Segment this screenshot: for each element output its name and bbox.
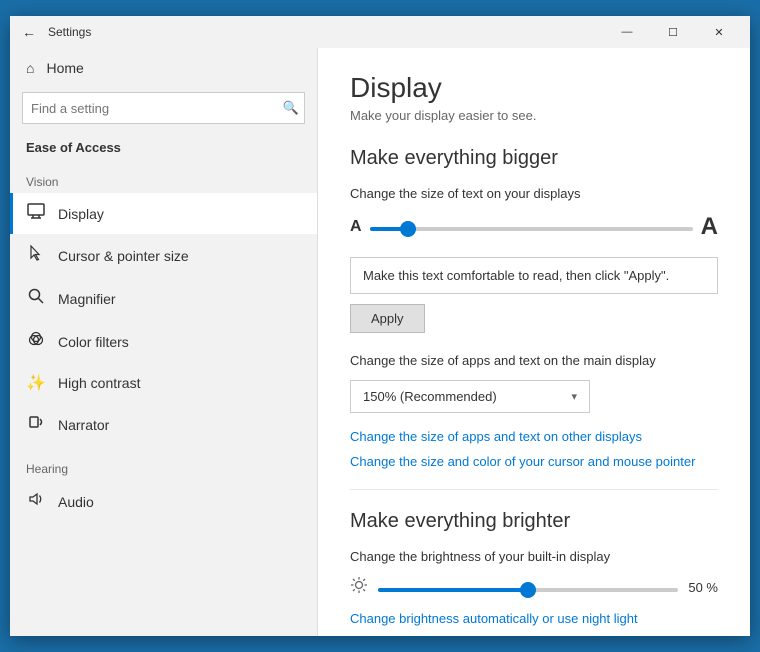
section1-title: Make everything bigger <box>350 147 718 170</box>
sidebar-item-cursor[interactable]: Cursor & pointer size <box>10 234 317 277</box>
brightness-slider[interactable] <box>378 588 678 592</box>
sidebar-item-color-filters[interactable]: Color filters <box>10 320 317 363</box>
content-area: ⌂ Home 🔍 Ease of Access Vision <box>10 48 750 636</box>
display-label: Display <box>58 206 104 222</box>
settings-window: ← Settings — ☐ ✕ ⌂ Home 🔍 Ease of Access <box>10 16 750 636</box>
section2-title: Make everything brighter <box>350 510 718 533</box>
chevron-down-icon: ▾ <box>571 390 577 403</box>
apply-button[interactable]: Apply <box>350 304 425 333</box>
section-divider <box>350 489 718 490</box>
link-brightness-auto[interactable]: Change brightness automatically or use n… <box>350 611 718 626</box>
link-cursor-color[interactable]: Change the size and color of your cursor… <box>350 454 718 469</box>
hearing-section-title: Hearing <box>10 454 317 480</box>
text-size-label: Change the size of text on your displays <box>350 186 718 201</box>
home-label: Home <box>46 60 83 76</box>
sidebar-item-home[interactable]: ⌂ Home <box>10 48 317 88</box>
brightness-track <box>378 579 678 597</box>
audio-label: Audio <box>58 494 94 510</box>
close-button[interactable]: ✕ <box>696 16 742 48</box>
high-contrast-label: High contrast <box>58 375 140 391</box>
home-icon: ⌂ <box>26 60 34 76</box>
titlebar-controls: — ☐ ✕ <box>604 16 742 48</box>
text-preview-box: Make this text comfortable to read, then… <box>350 257 718 294</box>
display-icon <box>26 203 46 224</box>
sidebar-item-audio[interactable]: Audio <box>10 480 317 523</box>
magnifier-label: Magnifier <box>58 291 116 307</box>
titlebar-title: Settings <box>48 25 91 39</box>
back-button[interactable]: ← <box>18 24 40 40</box>
text-size-slider-track <box>370 218 693 236</box>
sidebar: ⌂ Home 🔍 Ease of Access Vision <box>10 48 318 636</box>
sidebar-item-magnifier[interactable]: Magnifier <box>10 277 317 320</box>
text-preview-content: Make this text comfortable to read, then… <box>363 268 669 283</box>
cursor-icon <box>26 244 46 267</box>
cursor-label: Cursor & pointer size <box>58 248 189 264</box>
brightness-slider-row: 50 % <box>350 576 718 599</box>
apps-size-label: Change the size of apps and text on the … <box>350 353 718 368</box>
narrator-icon <box>26 413 46 436</box>
minimize-button[interactable]: — <box>604 16 650 48</box>
dropdown-value: 150% (Recommended) <box>363 389 497 404</box>
search-box: 🔍 <box>22 92 305 124</box>
slider-label-large: A <box>701 213 718 241</box>
slider-label-small: A <box>350 218 362 236</box>
main-content: Display Make your display easier to see.… <box>318 48 750 636</box>
hearing-section: Hearing Audio <box>10 454 317 523</box>
text-size-slider-row: A A <box>350 213 718 241</box>
sidebar-item-display[interactable]: Display <box>10 193 317 234</box>
narrator-label: Narrator <box>58 417 109 433</box>
audio-icon <box>26 490 46 513</box>
text-size-slider[interactable] <box>370 227 693 231</box>
high-contrast-icon: ✨ <box>26 373 46 393</box>
link-other-displays[interactable]: Change the size of apps and text on othe… <box>350 429 718 444</box>
titlebar-left: ← Settings <box>18 24 91 40</box>
size-dropdown[interactable]: 150% (Recommended) ▾ <box>350 380 590 413</box>
search-icon: 🔍 <box>283 100 299 116</box>
search-input[interactable] <box>22 92 305 124</box>
color-filters-label: Color filters <box>58 334 129 350</box>
maximize-button[interactable]: ☐ <box>650 16 696 48</box>
titlebar: ← Settings — ☐ ✕ <box>10 16 750 48</box>
vision-section-title: Vision <box>10 167 317 193</box>
brightness-value: 50 % <box>688 580 718 595</box>
page-title: Display <box>350 72 718 104</box>
sidebar-item-narrator[interactable]: Narrator <box>10 403 317 446</box>
color-filters-icon <box>26 330 46 353</box>
sidebar-item-high-contrast[interactable]: ✨ High contrast <box>10 363 317 403</box>
brightness-icon <box>350 576 368 599</box>
page-subtitle: Make your display easier to see. <box>350 108 718 123</box>
magnifier-icon <box>26 287 46 310</box>
brightness-label: Change the brightness of your built-in d… <box>350 549 718 564</box>
sidebar-heading: Ease of Access <box>10 136 317 167</box>
